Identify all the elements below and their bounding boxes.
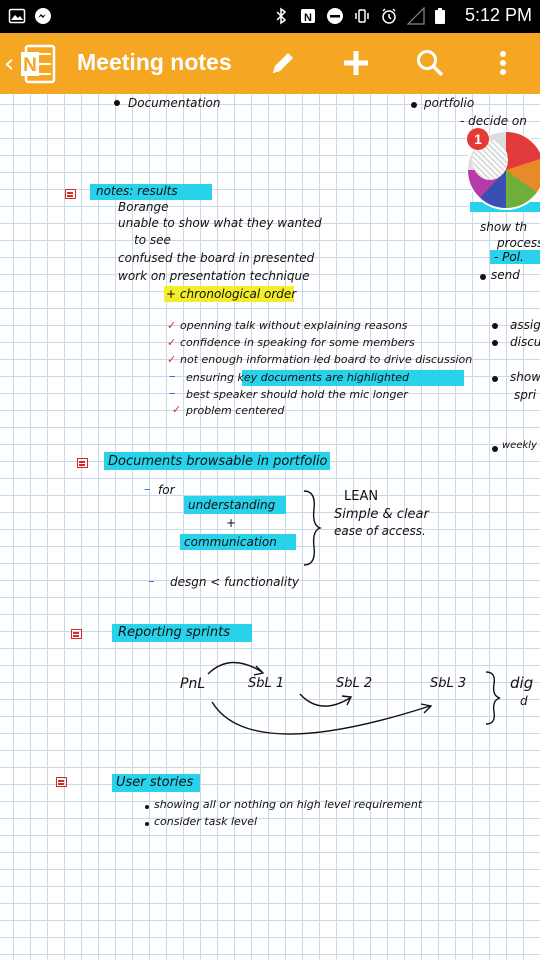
note-user-stories-heading: User stories: [116, 775, 194, 790]
note-portfolio: portfolio: [424, 96, 475, 110]
note-results-line: confused the board in presented: [118, 251, 315, 265]
bullet: [480, 274, 486, 280]
note-for: for: [158, 483, 175, 497]
dash-icon: –: [148, 574, 155, 589]
note-results-line: unable to show what they wanted: [118, 216, 322, 230]
note-right-send: send: [491, 268, 520, 282]
note-sprints-heading: Reporting sprints: [118, 625, 231, 640]
more-vert-icon: [500, 51, 506, 75]
note-results-line: + chronological order: [166, 287, 297, 301]
sprint-arrows: [207, 661, 433, 735]
note-canvas[interactable]: Documentation portfolio - decide on show…: [0, 94, 540, 960]
clock-time: 5:12 PM: [464, 5, 532, 25]
note-ease: ease of access.: [334, 524, 426, 538]
bullet: [492, 323, 498, 329]
signal-icon: [406, 6, 425, 25]
gallery-icon: [8, 7, 26, 25]
nfc-icon: N: [299, 7, 317, 25]
bullet: [492, 340, 498, 346]
dash-icon: –: [169, 386, 176, 401]
svg-text:N: N: [23, 55, 37, 76]
app-bar: ‹ N Meeting notes: [0, 33, 540, 94]
bullet: [145, 822, 149, 826]
brace-icon: [485, 671, 501, 725]
bullet: [411, 102, 417, 108]
notification-badge[interactable]: 1: [467, 128, 489, 150]
note-right-pol: - Pol.: [494, 250, 524, 264]
plus-icon: [344, 51, 368, 75]
dash-icon: –: [169, 369, 176, 384]
note-right-assig: assig: [510, 318, 540, 332]
vibrate-icon: [353, 7, 371, 25]
note-right-process: process: [497, 236, 540, 250]
note-check-line: openning talk without explaining reasons: [180, 319, 408, 332]
note-documentation: Documentation: [128, 96, 221, 110]
search-button[interactable]: [413, 46, 447, 80]
onenote-logo-icon: N: [19, 44, 59, 84]
note-check-line: not enough information led board to driv…: [180, 353, 473, 366]
flag-icon: [71, 629, 82, 639]
note-right-decide: - decide on: [460, 114, 527, 128]
search-icon: [417, 50, 444, 77]
note-communication: communication: [184, 535, 277, 549]
check-icon: ✓: [167, 353, 177, 366]
note-right-show: show th: [480, 220, 528, 234]
flag-icon: [56, 777, 67, 787]
check-icon: ✓: [172, 403, 182, 416]
bullet: [492, 376, 498, 382]
brace-icon: [303, 490, 322, 566]
note-right-discu: discu: [510, 335, 540, 349]
note-results-heading: notes: results: [96, 184, 178, 198]
page-title: Meeting notes: [77, 49, 232, 75]
overflow-menu-button[interactable]: [486, 46, 520, 80]
note-results-line: to see: [134, 233, 171, 247]
dash-icon: –: [144, 482, 151, 497]
flag-icon: [77, 458, 88, 468]
add-button[interactable]: [339, 46, 373, 80]
check-icon: ✓: [167, 319, 177, 332]
note-check-line: best speaker should hold the mic longer: [186, 388, 408, 401]
note-results-line: work on presentation technique: [118, 269, 310, 283]
note-results-line: Borange: [118, 200, 169, 214]
note-design: desgn < functionality: [170, 575, 300, 589]
edit-pencil-button[interactable]: [266, 46, 300, 80]
note-understanding: understanding: [188, 498, 276, 512]
note-right-show2: show: [510, 370, 540, 384]
back-button[interactable]: ‹: [4, 49, 14, 79]
alarm-icon: [380, 7, 398, 25]
check-icon: ✓: [167, 336, 177, 349]
pencil-icon: [273, 53, 293, 73]
note-right-spri: spri: [514, 388, 537, 402]
note-lean: LEAN: [344, 489, 379, 504]
note-check-line: ensuring key documents are highlighted: [186, 371, 409, 384]
status-bar: N 5:12 PM: [0, 0, 540, 33]
note-check-line: problem centered: [186, 404, 285, 417]
messenger-icon: [34, 7, 52, 25]
note-plus: +: [226, 516, 237, 530]
note-check-line: confidence in speaking for some members: [180, 336, 415, 349]
bullet: [492, 446, 498, 452]
bullet: [114, 100, 120, 106]
svg-text:N: N: [304, 12, 312, 24]
do-not-disturb-icon: [326, 7, 344, 25]
note-right-weekly: weekly: [502, 440, 537, 451]
bullet: [145, 805, 149, 809]
note-simple: Simple & clear: [334, 507, 429, 522]
flag-icon: [65, 189, 76, 199]
note-dig2: d: [520, 694, 528, 708]
bluetooth-icon: [272, 7, 290, 25]
note-documents-heading: Documents browsable in portfolio: [108, 454, 328, 469]
note-user-stories-item: consider task level: [154, 815, 258, 828]
battery-icon: [434, 7, 452, 25]
note-dig: dig: [510, 674, 534, 692]
note-user-stories-item: showing all or nothing on high level req…: [154, 798, 423, 811]
